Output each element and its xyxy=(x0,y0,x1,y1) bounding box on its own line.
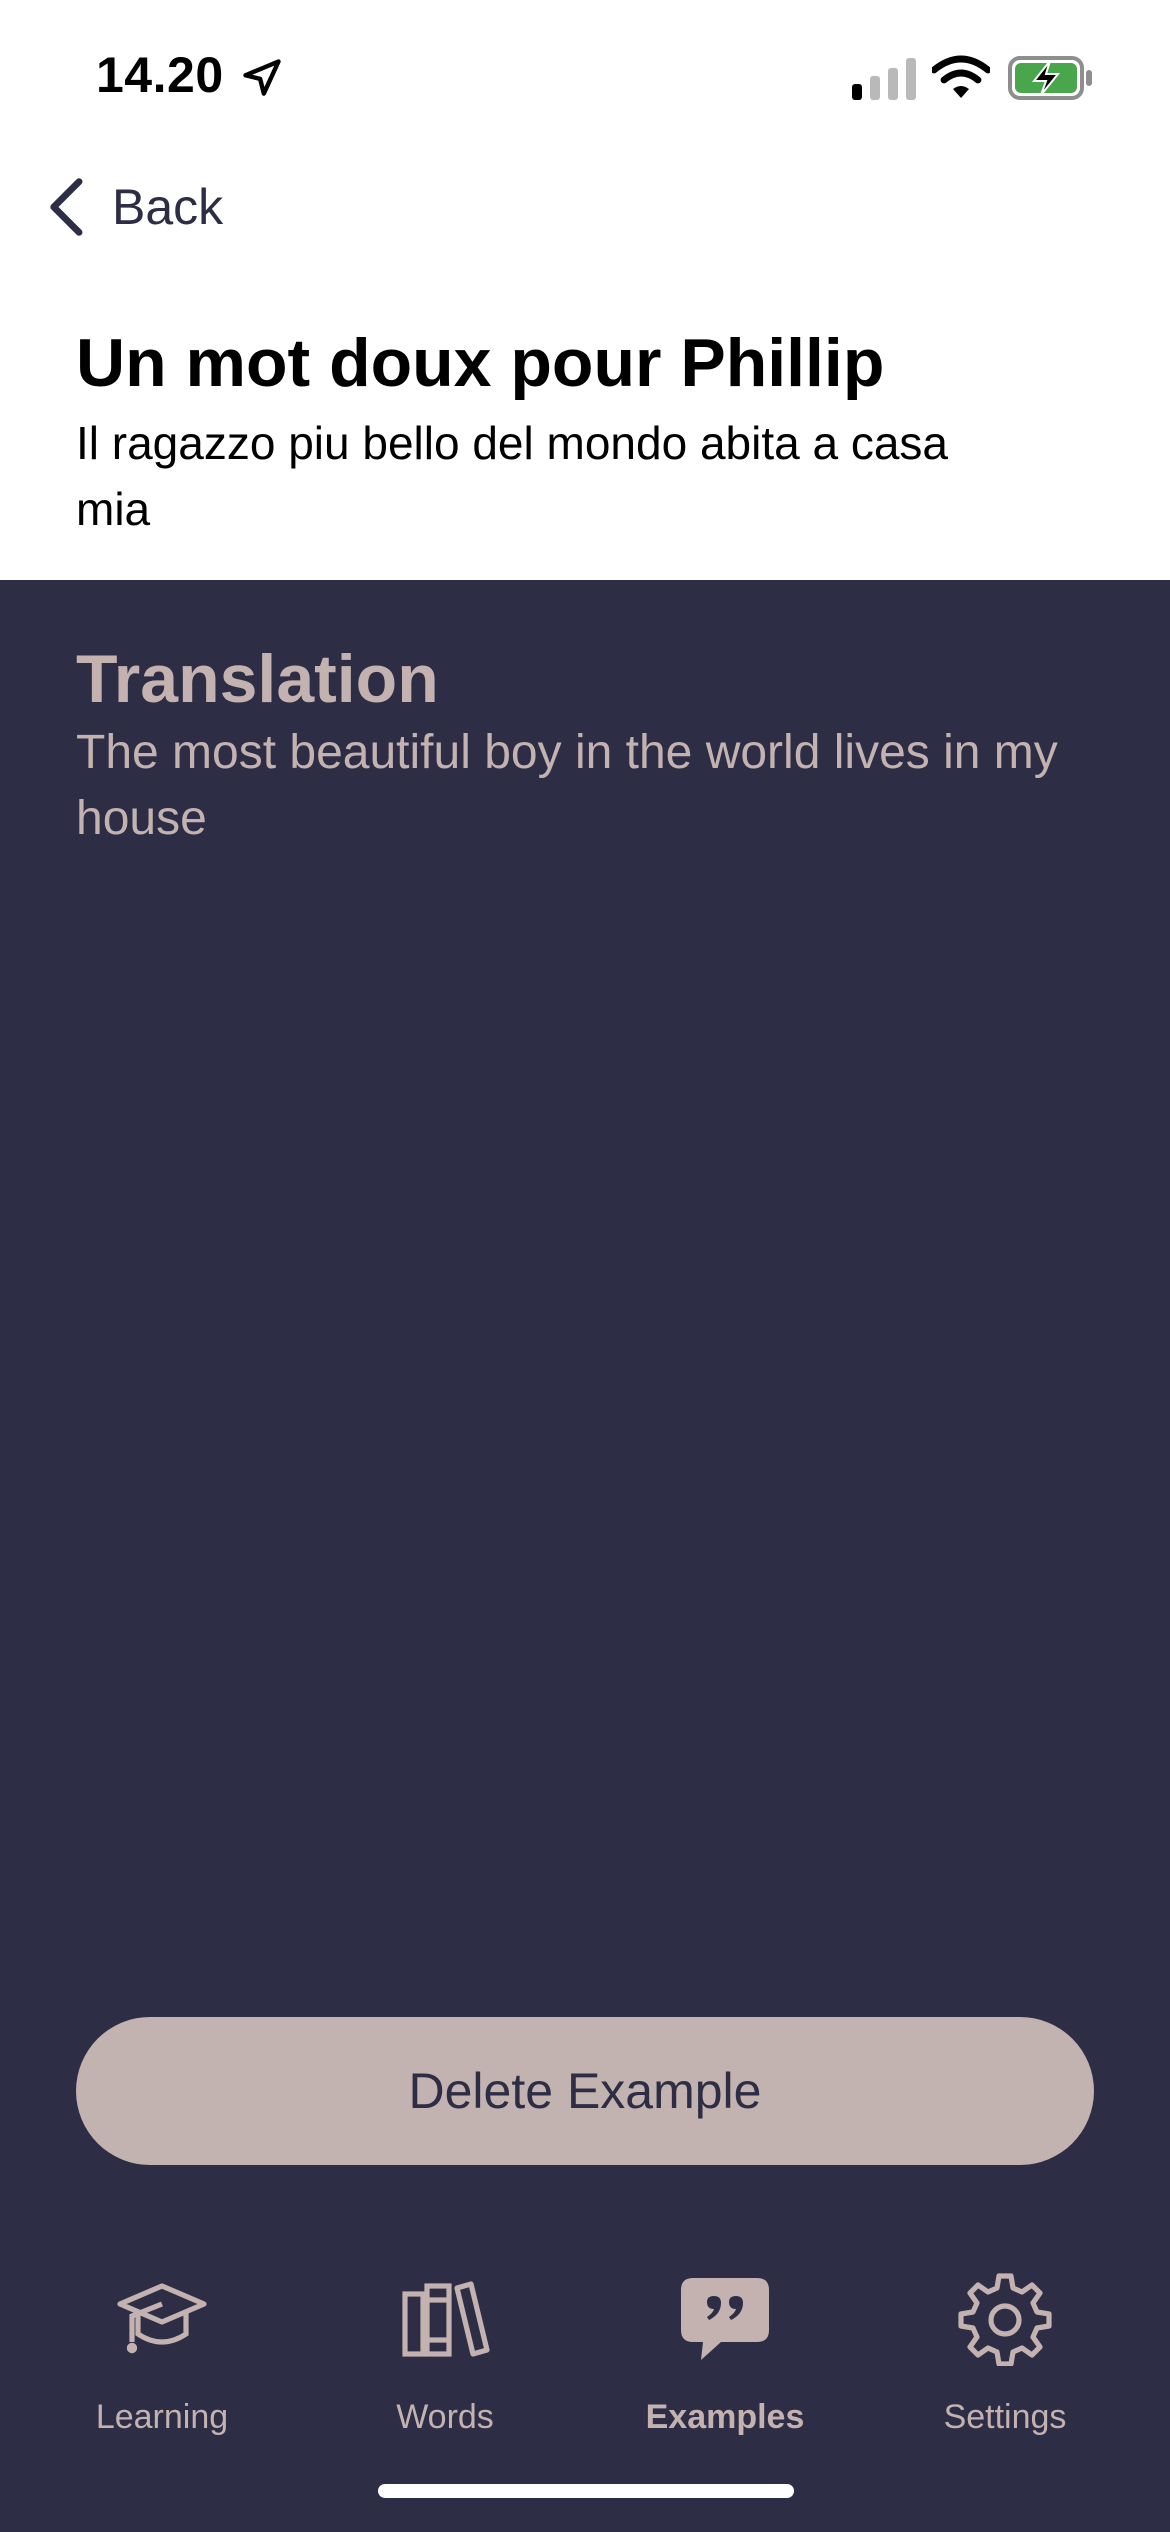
example-text: Il ragazzo piu bello del mondo abita a c… xyxy=(76,417,949,535)
chevron-left-icon xyxy=(50,178,83,236)
back-label: Back xyxy=(112,179,224,235)
tab-label-settings: Settings xyxy=(943,2398,1067,2436)
tab-label-examples: Examples xyxy=(645,2398,805,2436)
translation-panel: Translation The most beautiful boy in th… xyxy=(0,580,1170,2532)
battery-charging-icon xyxy=(1008,56,1092,100)
tab-label-learning: Learning xyxy=(95,2398,229,2436)
gear-icon xyxy=(958,2273,1052,2366)
tab-settings[interactable]: Settings xyxy=(885,2270,1125,2470)
cellular-signal-icon xyxy=(852,58,916,100)
books-icon xyxy=(402,2281,490,2357)
tab-examples[interactable]: Examples xyxy=(605,2270,845,2470)
graduation-cap-icon xyxy=(117,2283,207,2354)
tab-words[interactable]: Words xyxy=(325,2270,565,2470)
location-arrow-icon xyxy=(243,59,281,96)
tab-learning[interactable]: Learning xyxy=(42,2270,282,2470)
example-header: Un mot doux pour Phillip Il ragazzo piu … xyxy=(0,280,1170,580)
wifi-icon xyxy=(932,55,990,98)
status-time: 14.20 xyxy=(96,47,224,103)
quote-bubble-icon xyxy=(681,2278,769,2360)
translation-text: The most beautiful boy in the world live… xyxy=(76,726,1058,845)
home-indicator[interactable] xyxy=(378,2484,794,2498)
example-title: Un mot doux pour Phillip xyxy=(76,325,885,401)
tab-label-words: Words xyxy=(396,2398,494,2436)
status-bar: 14.20 xyxy=(0,0,1170,150)
translation-heading: Translation xyxy=(76,641,439,717)
delete-example-button[interactable]: Delete Example xyxy=(76,2017,1094,2165)
back-button[interactable]: Back xyxy=(44,172,223,242)
